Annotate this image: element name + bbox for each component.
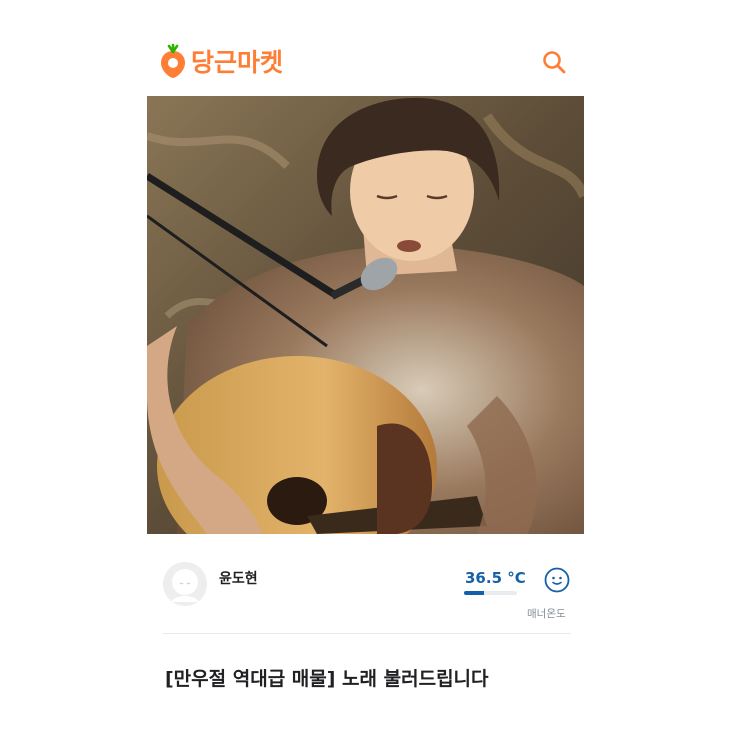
post-image[interactable] bbox=[147, 96, 584, 534]
app-header: 당근마켓 bbox=[147, 38, 584, 86]
singer-photo bbox=[147, 96, 584, 534]
search-icon[interactable] bbox=[540, 48, 568, 76]
seller-profile[interactable]: 윤도현 36.5 °C 매너온도 bbox=[147, 534, 584, 634]
post-detail-page: 당근마켓 윤도현 36.5 °C 매너온도 [만우절 역대급 매물] 노래 불러… bbox=[147, 0, 584, 730]
manner-temperature-bar bbox=[464, 591, 517, 595]
divider bbox=[163, 633, 571, 634]
carrot-icon bbox=[161, 43, 185, 78]
post-title: [만우절 역대급 매물] 노래 불러드립니다 bbox=[165, 668, 489, 690]
logo-text: 당근마켓 bbox=[191, 48, 284, 77]
manner-temperature-fill bbox=[464, 591, 484, 595]
manner-temperature: 36.5 °C bbox=[465, 569, 526, 587]
seller-nickname[interactable]: 윤도현 bbox=[219, 568, 258, 588]
smile-face-icon bbox=[544, 567, 570, 593]
manner-temperature-label: 매너온도 bbox=[527, 608, 566, 620]
logo[interactable]: 당근마켓 bbox=[159, 41, 283, 81]
default-avatar-icon[interactable] bbox=[163, 562, 207, 606]
